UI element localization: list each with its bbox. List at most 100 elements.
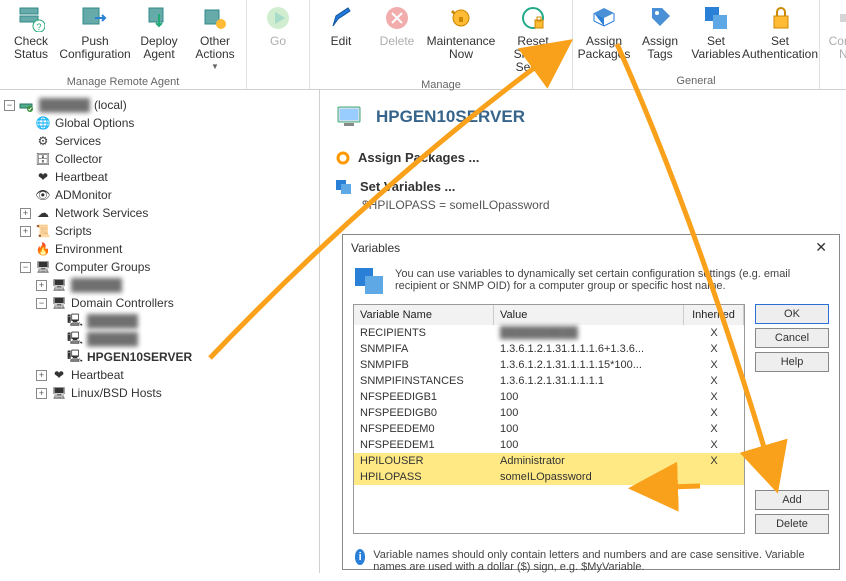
- table-row[interactable]: SNMPIFB1.3.6.1.2.1.31.1.1.1.15*100...X: [354, 357, 744, 373]
- expand-toggle[interactable]: +: [36, 280, 47, 291]
- tree-node-label: ADMonitor: [55, 188, 112, 202]
- col-inherited-header[interactable]: Inherited: [684, 305, 744, 325]
- ribbon-item-label: DeployAgent: [140, 35, 177, 61]
- set-authentication-button[interactable]: SetAuthentication: [744, 2, 816, 63]
- toggle-placeholder: [20, 136, 31, 147]
- tree-node[interactable]: 🖳HPGEN10SERVER: [4, 348, 315, 366]
- help-button[interactable]: Help: [755, 352, 829, 372]
- ribbon-group-label: Tools: [823, 73, 846, 88]
- tree-node[interactable]: 🔥Environment: [4, 240, 315, 258]
- col-name-header[interactable]: Variable Name: [354, 305, 494, 325]
- expand-toggle[interactable]: −: [20, 262, 31, 273]
- cell-inherited: [684, 469, 744, 485]
- toggle-placeholder: [20, 172, 31, 183]
- table-row[interactable]: SNMPIFA1.3.6.1.2.1.31.1.1.1.6+1.3.6...X: [354, 341, 744, 357]
- toggle-placeholder: [20, 244, 31, 255]
- tree-node[interactable]: +🖥██████: [4, 276, 315, 294]
- table-row[interactable]: NFSPEEDEM1100X: [354, 437, 744, 453]
- check-status-icon: ?: [17, 4, 45, 32]
- tree-node[interactable]: ⚙Services: [4, 132, 315, 150]
- cell-name: NFSPEEDIGB0: [354, 405, 494, 421]
- table-row[interactable]: NFSPEEDIGB1100X: [354, 389, 744, 405]
- cell-inherited: X: [684, 405, 744, 421]
- variables-icon: [336, 180, 352, 194]
- assign-packages-button[interactable]: AssignPackages: [576, 2, 632, 63]
- tree-node-label: ██████: [87, 314, 138, 328]
- add-button[interactable]: Add: [755, 490, 829, 510]
- ribbon-group: EditDeleteMaintenanceNowReset SharedSecr…: [310, 0, 573, 89]
- push-config-button[interactable]: PushConfiguration: [59, 2, 131, 63]
- reset-shared-secret-button[interactable]: Reset SharedSecret: [497, 2, 569, 77]
- tree-node[interactable]: 🌐Global Options: [4, 114, 315, 132]
- cell-value: 100: [494, 389, 684, 405]
- variables-dialog: Variables ✕ You can use variables to dyn…: [342, 234, 840, 570]
- table-row[interactable]: RECIPIENTS██████████X: [354, 325, 744, 341]
- tree-node[interactable]: +❤Heartbeat: [4, 366, 315, 384]
- table-row[interactable]: HPILOUSERAdministratorX: [354, 453, 744, 469]
- table-row[interactable]: HPILOPASSsomeILOpassword: [354, 469, 744, 485]
- assign-packages-heading[interactable]: Assign Packages ...: [336, 150, 830, 165]
- ribbon-item-label: ConnectNow: [829, 35, 846, 61]
- tree-node[interactable]: +☁Network Services: [4, 204, 315, 222]
- cell-inherited: X: [684, 373, 744, 389]
- tree-node[interactable]: −🖥Computer Groups: [4, 258, 315, 276]
- cell-value: ██████████: [494, 325, 684, 341]
- reset-shared-secret-icon: [519, 4, 547, 32]
- host-header: HPGEN10SERVER: [336, 104, 830, 130]
- cancel-button[interactable]: Cancel: [755, 328, 829, 348]
- ribbon-group: ?CheckStatusPushConfiguration DeployAgent…: [0, 0, 247, 89]
- db-icon: 🗄: [35, 152, 51, 166]
- toggle-placeholder: [52, 316, 63, 327]
- tree-node[interactable]: 🖳██████: [4, 312, 315, 330]
- ribbon-group-label: [250, 85, 306, 88]
- computer-icon: [336, 104, 366, 130]
- close-icon[interactable]: ✕: [811, 239, 831, 256]
- expand-toggle[interactable]: +: [20, 208, 31, 219]
- tree-node[interactable]: 🗄Collector: [4, 150, 315, 168]
- cell-inherited: X: [684, 421, 744, 437]
- tree-node[interactable]: 🖳██████: [4, 330, 315, 348]
- cell-value: someILOpassword: [494, 469, 684, 485]
- toggle-placeholder: [20, 154, 31, 165]
- deploy-agent-button[interactable]: DeployAgent: [131, 2, 187, 63]
- col-value-header[interactable]: Value: [494, 305, 684, 325]
- ribbon-group-label: Manage Remote Agent: [3, 74, 243, 89]
- expand-toggle[interactable]: −: [4, 100, 15, 111]
- tree-node[interactable]: 👁ADMonitor: [4, 186, 315, 204]
- group-icon: 🖥: [51, 386, 67, 400]
- expand-toggle[interactable]: +: [36, 388, 47, 399]
- ribbon-group: AssignPackagesAssignTagsSetVariablesSetA…: [573, 0, 820, 89]
- tree-node[interactable]: ❤Heartbeat: [4, 168, 315, 186]
- variables-big-icon: [355, 268, 385, 294]
- check-status-button[interactable]: ?CheckStatus: [3, 2, 59, 63]
- ribbon-item-label: Go: [270, 35, 286, 48]
- tree-node-label: HPGEN10SERVER: [87, 350, 192, 364]
- ok-button[interactable]: OK: [755, 304, 829, 324]
- set-variables-button[interactable]: SetVariables: [688, 2, 744, 63]
- delete-button[interactable]: Delete: [755, 514, 829, 534]
- tree-node-label: Linux/BSD Hosts: [71, 386, 162, 400]
- maintenance-now-button[interactable]: MaintenanceNow: [425, 2, 497, 63]
- toggle-placeholder: [20, 118, 31, 129]
- assign-tags-button[interactable]: AssignTags: [632, 2, 688, 63]
- table-row[interactable]: NFSPEEDEM0100X: [354, 421, 744, 437]
- heart-icon: ❤: [35, 170, 51, 184]
- edit-button[interactable]: Edit: [313, 2, 369, 50]
- push-config-icon: [81, 4, 109, 32]
- tree-node[interactable]: +📜Scripts: [4, 222, 315, 240]
- maintenance-now-icon: [447, 4, 475, 32]
- tree-root[interactable]: − ██████ (local): [4, 96, 315, 114]
- expand-toggle[interactable]: +: [36, 370, 47, 381]
- table-row[interactable]: NFSPEEDIGB0100X: [354, 405, 744, 421]
- expand-toggle[interactable]: −: [36, 298, 47, 309]
- expand-toggle[interactable]: +: [20, 226, 31, 237]
- other-actions-button[interactable]: OtherActions▼: [187, 2, 243, 74]
- tree-node[interactable]: + 🖥 Linux/BSD Hosts: [4, 384, 315, 402]
- set-variables-heading[interactable]: Set Variables ...: [336, 179, 830, 194]
- tree-node[interactable]: −🖥Domain Controllers: [4, 294, 315, 312]
- table-row[interactable]: SNMPIFINSTANCES1.3.6.1.2.1.31.1.1.1.1X: [354, 373, 744, 389]
- toggle-placeholder: [20, 190, 31, 201]
- ribbon: ?CheckStatusPushConfiguration DeployAgent…: [0, 0, 846, 90]
- svg-text:?: ?: [36, 22, 41, 32]
- cell-value: Administrator: [494, 453, 684, 469]
